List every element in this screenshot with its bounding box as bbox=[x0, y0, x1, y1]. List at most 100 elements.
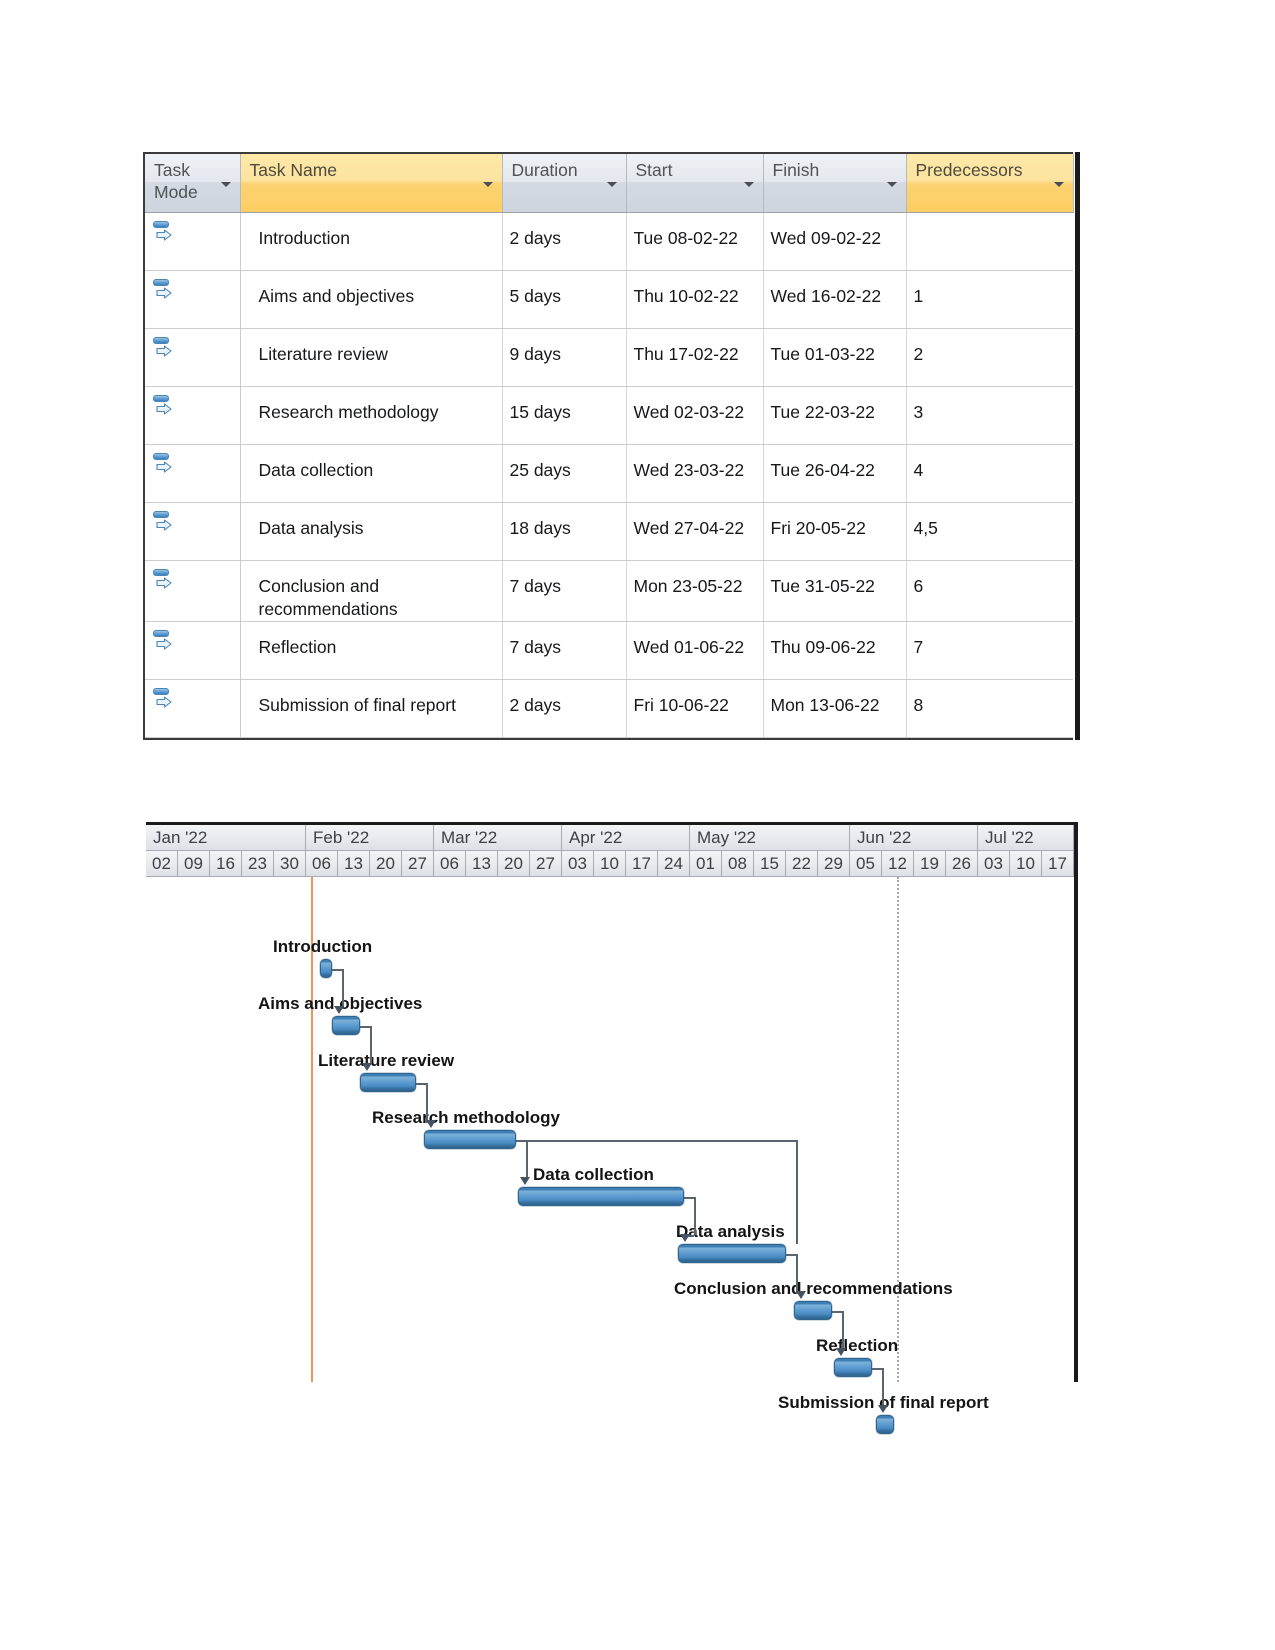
gantt-bar[interactable] bbox=[834, 1358, 872, 1377]
dependency-link-segment bbox=[882, 1368, 884, 1406]
table-row[interactable]: Conclusion and recommendations 7 days Mon … bbox=[145, 560, 1073, 622]
cell-finish[interactable]: Mon 13-06-22 bbox=[763, 679, 907, 738]
cell-task-mode[interactable] bbox=[145, 212, 241, 271]
table-row[interactable]: Submission of final report 2 days Fri 10-0… bbox=[145, 679, 1073, 738]
table-row[interactable]: Research methodology 15 days Wed 02-03-22 T… bbox=[145, 386, 1073, 445]
filter-chevron-down-icon[interactable] bbox=[606, 182, 617, 187]
cell-predecessors[interactable]: 3 bbox=[906, 386, 1073, 445]
cell-finish[interactable]: Tue 26-04-22 bbox=[763, 444, 907, 503]
cell-finish[interactable]: Wed 16-02-22 bbox=[763, 270, 907, 329]
cell-task-mode[interactable] bbox=[145, 270, 241, 329]
cell-predecessors[interactable]: 2 bbox=[906, 328, 1073, 387]
cell-task-name[interactable]: Research methodology bbox=[240, 386, 503, 445]
cell-task-mode[interactable] bbox=[145, 502, 241, 561]
cell-task-name[interactable]: Data collection bbox=[240, 444, 503, 503]
gantt-bar[interactable] bbox=[876, 1415, 894, 1434]
dependency-link-segment bbox=[342, 969, 344, 1007]
cell-duration[interactable]: 7 days bbox=[502, 621, 627, 680]
cell-start[interactable]: Wed 02-03-22 bbox=[626, 386, 764, 445]
timeline-month-cell: Jul '22 bbox=[978, 825, 1074, 851]
column-header-predecessors[interactable]: Predecessors bbox=[906, 154, 1074, 213]
cell-predecessors[interactable]: 7 bbox=[906, 621, 1073, 680]
auto-scheduled-arrow-icon bbox=[156, 696, 172, 708]
cell-predecessors[interactable]: 4 bbox=[906, 444, 1073, 503]
timeline-week-cell: 23 bbox=[242, 851, 274, 877]
cell-task-name[interactable]: Submission of final report bbox=[240, 679, 503, 738]
column-header-task-mode[interactable]: Task Mode bbox=[145, 154, 241, 213]
cell-finish[interactable]: Tue 01-03-22 bbox=[763, 328, 907, 387]
timeline-month-cell: Jun '22 bbox=[850, 825, 978, 851]
cell-duration[interactable]: 9 days bbox=[502, 328, 627, 387]
gantt-bar[interactable] bbox=[794, 1301, 832, 1320]
cell-task-mode[interactable] bbox=[145, 444, 241, 503]
table-row[interactable]: Data collection 25 days Wed 23-03-22 Tue 26… bbox=[145, 444, 1073, 503]
table-row[interactable]: Literature review 9 days Thu 17-02-22 Tue 0… bbox=[145, 328, 1073, 387]
cell-task-mode[interactable] bbox=[145, 328, 241, 387]
cell-predecessors[interactable] bbox=[906, 212, 1073, 271]
cell-finish[interactable]: Wed 09-02-22 bbox=[763, 212, 907, 271]
cell-task-name[interactable]: Reflection bbox=[240, 621, 503, 680]
column-header-task-name[interactable]: Task Name bbox=[240, 154, 503, 213]
dependency-link-segment bbox=[360, 1026, 370, 1028]
gantt-bar[interactable] bbox=[678, 1244, 786, 1263]
cell-duration[interactable]: 18 days bbox=[502, 502, 627, 561]
cell-start[interactable]: Wed 23-03-22 bbox=[626, 444, 764, 503]
timeline-week-cell: 06 bbox=[306, 851, 338, 877]
filter-chevron-down-icon[interactable] bbox=[220, 182, 231, 187]
filter-chevron-down-icon[interactable] bbox=[482, 182, 493, 187]
cell-duration[interactable]: 2 days bbox=[502, 212, 627, 271]
gantt-bar[interactable] bbox=[518, 1187, 684, 1206]
cell-predecessors[interactable]: 8 bbox=[906, 679, 1073, 738]
table-row[interactable]: Aims and objectives 5 days Thu 10-02-22 Wed… bbox=[145, 270, 1073, 329]
cell-task-mode[interactable] bbox=[145, 560, 241, 622]
filter-chevron-down-icon[interactable] bbox=[1053, 182, 1064, 187]
table-row[interactable]: Data analysis 18 days Wed 27-04-22 Fri 20-0… bbox=[145, 502, 1073, 561]
gantt-bar[interactable] bbox=[320, 959, 332, 978]
cell-predecessors[interactable]: 1 bbox=[906, 270, 1073, 329]
cell-predecessors[interactable]: 4,5 bbox=[906, 502, 1073, 561]
cell-finish[interactable]: Tue 22-03-22 bbox=[763, 386, 907, 445]
cell-task-mode[interactable] bbox=[145, 386, 241, 445]
gantt-bar[interactable] bbox=[360, 1073, 416, 1092]
column-header-task-mode-label: Task Mode bbox=[154, 160, 198, 202]
cell-task-name[interactable]: Literature review bbox=[240, 328, 503, 387]
column-header-finish[interactable]: Finish bbox=[763, 154, 907, 213]
gantt-bar[interactable] bbox=[332, 1016, 360, 1035]
cell-duration[interactable]: 15 days bbox=[502, 386, 627, 445]
cell-predecessors[interactable]: 6 bbox=[906, 560, 1073, 622]
cell-task-mode[interactable] bbox=[145, 621, 241, 680]
cell-task-name[interactable]: Data analysis bbox=[240, 502, 503, 561]
auto-scheduled-arrow-icon bbox=[156, 403, 172, 415]
column-header-start[interactable]: Start bbox=[626, 154, 764, 213]
cell-start[interactable]: Thu 17-02-22 bbox=[626, 328, 764, 387]
cell-task-mode[interactable] bbox=[145, 679, 241, 738]
cell-start[interactable]: Wed 27-04-22 bbox=[626, 502, 764, 561]
cell-finish[interactable]: Fri 20-05-22 bbox=[763, 502, 907, 561]
timeline-month-cell: Mar '22 bbox=[434, 825, 562, 851]
dependency-link-segment bbox=[684, 1197, 694, 1199]
filter-chevron-down-icon[interactable] bbox=[886, 182, 897, 187]
gantt-bar[interactable] bbox=[424, 1130, 516, 1149]
cell-start[interactable]: Tue 08-02-22 bbox=[626, 212, 764, 271]
cell-start[interactable]: Thu 10-02-22 bbox=[626, 270, 764, 329]
cell-duration[interactable]: 5 days bbox=[502, 270, 627, 329]
cell-finish[interactable]: Thu 09-06-22 bbox=[763, 621, 907, 680]
cell-start[interactable]: Mon 23-05-22 bbox=[626, 560, 764, 622]
filter-chevron-down-icon[interactable] bbox=[743, 182, 754, 187]
table-row[interactable]: Reflection 7 days Wed 01-06-22 Thu 09-06-22… bbox=[145, 621, 1073, 680]
column-header-duration[interactable]: Duration bbox=[502, 154, 627, 213]
auto-scheduled-bar-icon bbox=[153, 279, 169, 286]
cell-finish[interactable]: Tue 31-05-22 bbox=[763, 560, 907, 622]
table-row[interactable]: Introduction 2 days Tue 08-02-22 Wed 09-02-… bbox=[145, 212, 1073, 271]
cell-duration[interactable]: 2 days bbox=[502, 679, 627, 738]
dependency-link-segment bbox=[786, 1254, 796, 1256]
cell-start[interactable]: Wed 01-06-22 bbox=[626, 621, 764, 680]
cell-task-name[interactable]: Conclusion and recommendations bbox=[240, 560, 503, 622]
cell-task-name[interactable]: Introduction bbox=[240, 212, 503, 271]
cell-task-name[interactable]: Aims and objectives bbox=[240, 270, 503, 329]
dependency-link-segment bbox=[416, 1083, 426, 1085]
dependency-arrowhead-icon bbox=[877, 1405, 888, 1413]
cell-start[interactable]: Fri 10-06-22 bbox=[626, 679, 764, 738]
cell-duration[interactable]: 7 days bbox=[502, 560, 627, 622]
cell-duration[interactable]: 25 days bbox=[502, 444, 627, 503]
